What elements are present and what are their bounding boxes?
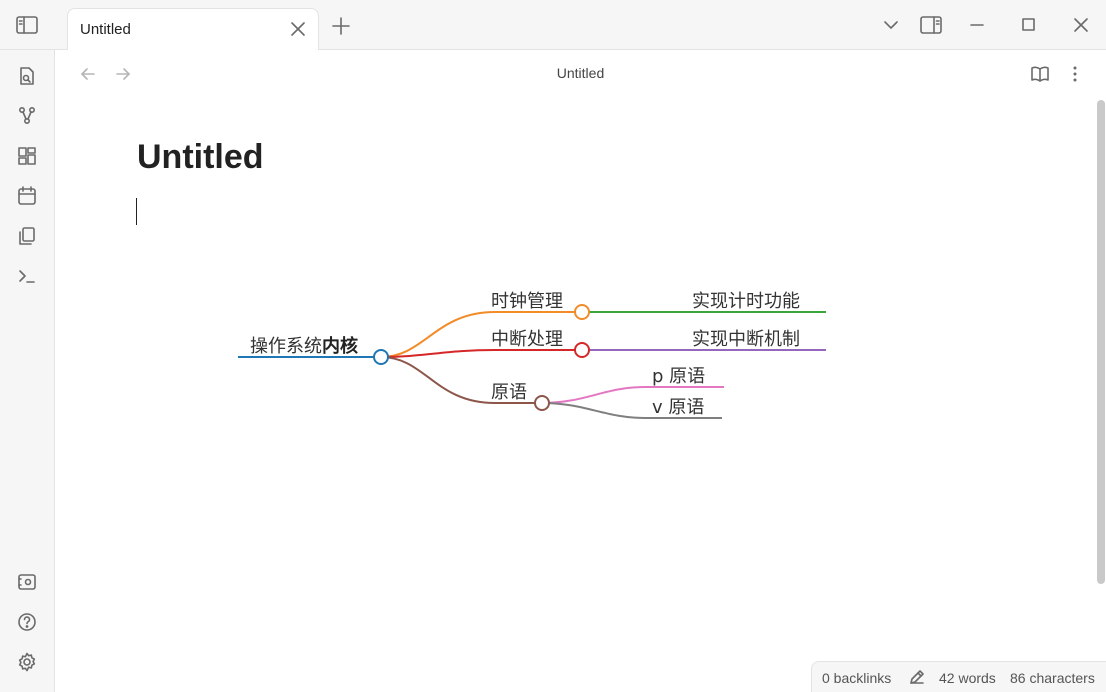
help-icon[interactable]: [16, 611, 38, 633]
status-bar: 0 backlinks 42 words 86 characters: [811, 661, 1106, 692]
daily-note-icon[interactable]: [16, 185, 38, 207]
minimize-icon[interactable]: [964, 12, 990, 38]
text-cursor: [136, 198, 137, 225]
mindmap-node-circle: [574, 304, 590, 320]
mindmap-child-line: [541, 402, 722, 419]
mindmap-child-label: p 原语: [652, 366, 705, 387]
mindmap-child-line: [541, 386, 724, 404]
canvas-icon[interactable]: [16, 145, 38, 167]
left-ribbon: [0, 50, 55, 692]
window-close-icon[interactable]: [1068, 12, 1094, 38]
close-icon[interactable]: [288, 19, 308, 39]
mindmap-child-label: v 原语: [652, 397, 704, 418]
tab-title: Untitled: [80, 21, 131, 38]
view-header-title[interactable]: Untitled: [55, 65, 1106, 81]
character-count: 86 characters: [1010, 670, 1095, 686]
mindmap-child-label: 实现计时功能: [692, 291, 800, 312]
pencil-icon[interactable]: [908, 668, 926, 686]
app-window: Untitled Untitled Untitled 操作系统内核 时钟管理 中…: [0, 0, 1106, 692]
maximize-icon[interactable]: [1015, 12, 1041, 38]
chevron-down-icon[interactable]: [878, 12, 904, 38]
more-options-icon[interactable]: [1064, 63, 1086, 85]
word-count: 42 words: [939, 670, 996, 686]
backlinks-count[interactable]: 0 backlinks: [822, 670, 891, 686]
mindmap-branch-label: 中断处理: [491, 329, 563, 350]
mindmap-node-circle: [574, 342, 590, 358]
editor-pane: Untitled Untitled 操作系统内核 时钟管理 中断处理 原语 实现…: [55, 50, 1106, 692]
title-bar: Untitled: [0, 0, 1106, 50]
graph-view-icon[interactable]: [16, 105, 38, 127]
settings-icon[interactable]: [16, 651, 38, 673]
mindmap-node-circle: [373, 349, 389, 365]
vault-icon[interactable]: [16, 571, 38, 593]
sidebar-toggle-icon[interactable]: [14, 14, 40, 36]
mindmap-root-label: 操作系统内核: [250, 335, 358, 357]
scrollbar[interactable]: [1097, 100, 1105, 584]
plus-icon[interactable]: [330, 15, 352, 37]
document-title[interactable]: Untitled: [137, 138, 264, 177]
mindmap-branch-line: [380, 349, 582, 358]
open-quick-switcher-icon[interactable]: [16, 65, 38, 87]
mindmap-branch-label: 时钟管理: [491, 291, 563, 312]
right-sidebar-icon[interactable]: [918, 12, 944, 38]
command-palette-icon[interactable]: [16, 265, 38, 287]
reading-view-icon[interactable]: [1029, 63, 1051, 85]
mindmap-branch-label: 原语: [491, 382, 527, 403]
mindmap-branch-line: [380, 311, 582, 358]
tab-untitled[interactable]: Untitled: [67, 8, 319, 50]
mindmap-child-label: 实现中断机制: [692, 329, 800, 350]
mindmap-node-circle: [534, 395, 550, 411]
templates-icon[interactable]: [16, 225, 38, 247]
mindmap-branch-line: [380, 356, 542, 404]
